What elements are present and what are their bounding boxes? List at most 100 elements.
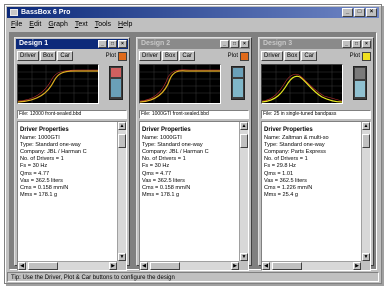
property-line: Type: Standard one-way xyxy=(264,142,325,149)
property-line: Mms = 25.4 g xyxy=(264,191,299,198)
property-line: Cms = 0.158 mm/N xyxy=(142,184,191,191)
driver-properties-panel: Driver Properties Name: 1000GTI Type: St… xyxy=(139,121,249,271)
vertical-scrollbar[interactable]: ▲ ▼ xyxy=(117,122,126,261)
mdi-workspace: Design 1 _ □ × Driver Box Car Plot File:… xyxy=(9,32,377,271)
property-line: Vas = 362.5 liters xyxy=(264,177,307,184)
menu-file[interactable]: File xyxy=(11,19,22,30)
driver-properties-panel: Driver Properties Name: Zaltman & multi-… xyxy=(261,121,371,271)
scroll-up-icon[interactable]: ▲ xyxy=(362,122,370,130)
driver-button[interactable]: Driver xyxy=(139,51,161,61)
design-window-1[interactable]: Design 1 _ □ × Driver Box Car Plot File:… xyxy=(14,37,130,271)
property-line: Fs = 30 Hz xyxy=(142,163,170,170)
response-curve xyxy=(140,70,220,103)
car-button[interactable]: Car xyxy=(301,51,318,61)
menu-text[interactable]: Text xyxy=(75,19,88,30)
properties-heading: Driver Properties xyxy=(142,127,191,133)
scroll-left-icon[interactable]: ◀ xyxy=(140,262,148,270)
design-title[interactable]: Design 2 _ □ × xyxy=(138,39,250,49)
vertical-scrollbar[interactable]: ▲ ▼ xyxy=(361,122,370,261)
scroll-thumb[interactable] xyxy=(118,134,126,148)
minimize-button[interactable]: _ xyxy=(98,40,107,48)
close-button[interactable]: × xyxy=(366,8,377,17)
property-line: Qms = 1.01 xyxy=(264,170,294,177)
close-button[interactable]: × xyxy=(240,40,249,48)
scroll-right-icon[interactable]: ▶ xyxy=(109,262,117,270)
car-button[interactable]: Car xyxy=(57,51,74,61)
response-graph[interactable] xyxy=(17,64,99,104)
box-button[interactable]: Box xyxy=(162,51,179,61)
vertical-scrollbar[interactable]: ▲ ▼ xyxy=(239,122,248,261)
plot-color-swatch[interactable] xyxy=(240,51,249,61)
horizontal-scrollbar[interactable]: ◀ ▶ xyxy=(262,261,361,270)
property-line: Name: 1000GTI xyxy=(142,135,182,142)
scroll-thumb[interactable] xyxy=(150,262,180,270)
minimize-button[interactable]: _ xyxy=(342,8,353,17)
menu-help[interactable]: Help xyxy=(118,19,132,30)
close-button[interactable]: × xyxy=(118,40,127,48)
scroll-right-icon[interactable]: ▶ xyxy=(231,262,239,270)
property-line: Fs = 30 Hz xyxy=(20,163,48,170)
property-line: No. of Drivers = 1 xyxy=(264,156,308,163)
scroll-up-icon[interactable]: ▲ xyxy=(118,122,126,130)
property-line: Qms = 4.77 xyxy=(20,170,50,177)
menu-edit[interactable]: Edit xyxy=(29,19,41,30)
minimize-button[interactable]: _ xyxy=(342,40,351,48)
properties-heading: Driver Properties xyxy=(264,127,313,133)
response-graph[interactable] xyxy=(261,64,343,104)
maximize-button[interactable]: □ xyxy=(108,40,117,48)
scroll-thumb[interactable] xyxy=(362,134,370,148)
response-curve xyxy=(18,70,98,103)
response-curve xyxy=(262,75,342,103)
menu-tools[interactable]: Tools xyxy=(95,19,111,30)
property-line: Qms = 4.77 xyxy=(142,170,172,177)
scroll-thumb[interactable] xyxy=(240,134,248,148)
property-line: No. of Drivers = 1 xyxy=(142,156,186,163)
property-line: Fs = 29.8 Hz xyxy=(264,163,296,170)
file-path: File: 1000GTI front-sealed.bbd xyxy=(139,110,249,119)
property-line: Type: Standard one-way xyxy=(20,142,81,149)
plot-color-swatch[interactable] xyxy=(362,51,371,61)
response-graph[interactable] xyxy=(139,64,221,104)
driver-box-icon xyxy=(109,66,123,100)
maximize-button[interactable]: □ xyxy=(354,8,365,17)
box-button[interactable]: Box xyxy=(284,51,301,61)
property-line: Company: Parts Express xyxy=(264,149,326,156)
title-bar: BassBox 6 Pro _ □ × xyxy=(7,7,379,18)
scroll-down-icon[interactable]: ▼ xyxy=(240,253,248,261)
scroll-left-icon[interactable]: ◀ xyxy=(18,262,26,270)
car-button[interactable]: Car xyxy=(179,51,196,61)
menu-graph[interactable]: Graph xyxy=(48,19,67,30)
maximize-button[interactable]: □ xyxy=(230,40,239,48)
scroll-left-icon[interactable]: ◀ xyxy=(262,262,270,270)
horizontal-scrollbar[interactable]: ◀ ▶ xyxy=(140,261,239,270)
driver-button[interactable]: Driver xyxy=(17,51,39,61)
scroll-thumb[interactable] xyxy=(272,262,302,270)
driver-button[interactable]: Driver xyxy=(261,51,283,61)
app-title: BassBox 6 Pro xyxy=(21,9,71,16)
status-bar: Tip: Use the Driver, Plot & Car buttons … xyxy=(7,272,379,282)
plot-color-swatch[interactable] xyxy=(118,51,127,61)
property-line: No. of Drivers = 1 xyxy=(20,156,64,163)
menu-bar: File Edit Graph Text Tools Help xyxy=(7,19,379,30)
maximize-button[interactable]: □ xyxy=(352,40,361,48)
scroll-right-icon[interactable]: ▶ xyxy=(353,262,361,270)
design-title[interactable]: Design 1 _ □ × xyxy=(16,39,128,49)
scroll-down-icon[interactable]: ▼ xyxy=(118,253,126,261)
scroll-thumb[interactable] xyxy=(28,262,58,270)
box-button[interactable]: Box xyxy=(40,51,57,61)
minimize-button[interactable]: _ xyxy=(220,40,229,48)
driver-box-icon xyxy=(231,66,245,100)
file-path: File: 12000 front-sealed.bbd xyxy=(17,110,127,119)
plot-label: Plot xyxy=(105,53,116,59)
horizontal-scrollbar[interactable]: ◀ ▶ xyxy=(18,261,117,270)
property-line: Name: Zaltman & multi-so xyxy=(264,135,329,142)
design-title[interactable]: Design 3 _ □ × xyxy=(260,39,372,49)
scroll-down-icon[interactable]: ▼ xyxy=(362,253,370,261)
design-window-2[interactable]: Design 2 _ □ × Driver Box Car Plot File:… xyxy=(136,37,252,271)
plot-label: Plot xyxy=(227,53,238,59)
design-window-3[interactable]: Design 3 _ □ × Driver Box Car Plot File:… xyxy=(258,37,374,271)
scroll-up-icon[interactable]: ▲ xyxy=(240,122,248,130)
close-button[interactable]: × xyxy=(362,40,371,48)
property-line: Company: JBL / Harman C xyxy=(20,149,87,156)
app-window: BassBox 6 Pro _ □ × File Edit Graph Text… xyxy=(4,4,382,284)
